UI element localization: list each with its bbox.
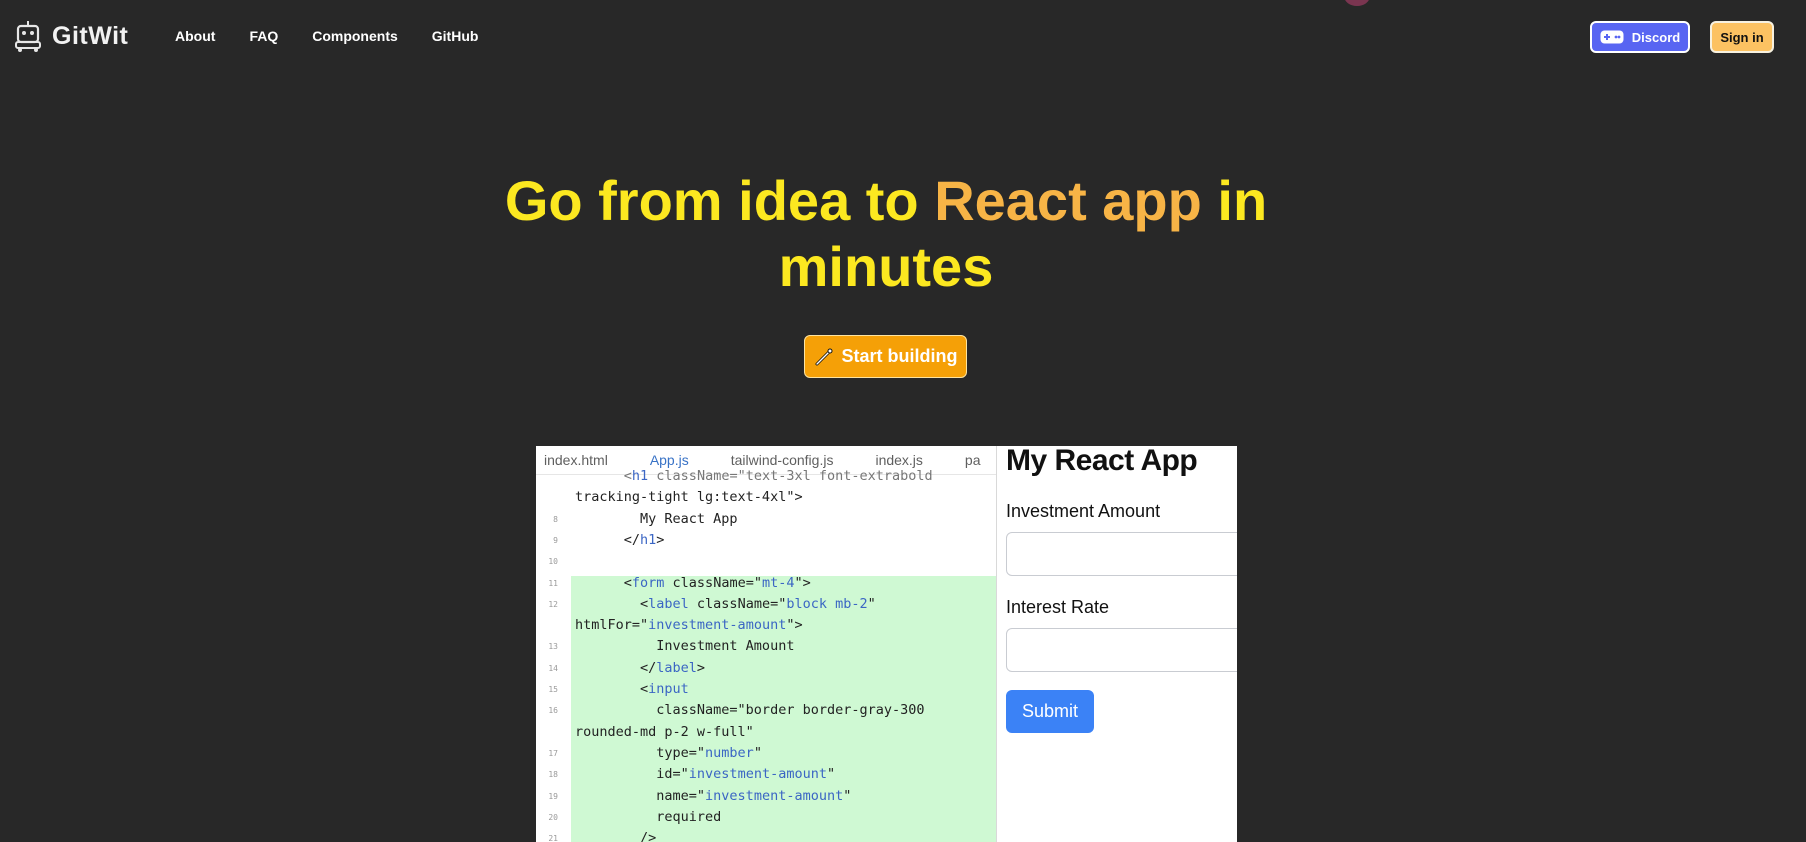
hero-title-accent: React app — [934, 169, 1202, 232]
line-number: 21 — [548, 834, 558, 842]
gamepad-icon — [1600, 30, 1624, 44]
code-text: required — [575, 808, 722, 825]
code-line: 19 name="investment-amount" — [536, 786, 996, 807]
app-preview: My React App Investment Amount Interest … — [996, 446, 1237, 842]
line-number: 19 — [548, 791, 558, 801]
investment-amount-input[interactable] — [1006, 532, 1237, 576]
sign-in-label: Sign in — [1720, 29, 1764, 45]
code-line: 20 required — [536, 807, 996, 828]
code-line: tracking-tight lg:text-4xl"> — [536, 487, 996, 508]
wand-icon — [815, 348, 832, 365]
main-nav: About FAQ Components GitHub — [175, 28, 512, 44]
code-line: 12 <label className="block mb-2" — [536, 594, 996, 615]
nav-github[interactable]: GitHub — [432, 28, 479, 44]
code-line: 16 className="border border-gray-300 — [536, 700, 996, 721]
brand-logo[interactable]: GitWit — [14, 20, 128, 52]
code-text: type="number" — [575, 744, 762, 761]
code-line: 17 type="number" — [536, 743, 996, 764]
investment-amount-label: Investment Amount — [1006, 501, 1161, 521]
code-text: <h1 className="text-3xl font-extrabold — [575, 468, 933, 484]
line-number: 8 — [553, 514, 558, 524]
interest-rate-label: Interest Rate — [1006, 597, 1110, 617]
code-line: 18 id="investment-amount" — [536, 764, 996, 785]
preview-title: My React App — [1006, 446, 1198, 477]
discord-label: Discord — [1631, 29, 1681, 45]
line-number: 18 — [548, 770, 558, 780]
code-text: <form className="mt-4"> — [575, 574, 811, 591]
code-line: <h1 className="text-3xl font-extrabold — [536, 466, 996, 487]
code-line: 10 — [536, 551, 996, 572]
line-number: 9 — [553, 535, 558, 545]
code-text: htmlFor="investment-amount"> — [575, 617, 803, 634]
line-number: 15 — [548, 685, 558, 694]
code-text: My React App — [575, 510, 738, 527]
code-text: </label> — [575, 659, 706, 676]
line-number: 14 — [548, 663, 558, 673]
code-line: 21 /> — [536, 828, 996, 842]
hero-title-part1: Go from idea to — [504, 169, 935, 232]
code-line: 11 <form className="mt-4"> — [536, 573, 996, 594]
line-number: 16 — [548, 706, 558, 716]
line-number: 12 — [548, 599, 558, 609]
nav-components[interactable]: Components — [312, 28, 398, 44]
code-text: tracking-tight lg:text-4xl"> — [575, 489, 803, 506]
line-number: 17 — [548, 748, 558, 758]
code-text: className="border border-gray-300 — [575, 702, 925, 719]
code-text: /> — [575, 830, 657, 842]
sign-in-button[interactable]: Sign in — [1710, 21, 1774, 53]
nav-about[interactable]: About — [175, 28, 215, 44]
line-number: 13 — [548, 642, 558, 652]
code-line: htmlFor="investment-amount"> — [536, 615, 996, 636]
code-line: 8 My React App — [536, 509, 996, 530]
code-text: <input — [575, 681, 689, 697]
discord-button[interactable]: Discord — [1590, 21, 1690, 53]
line-number: 11 — [548, 578, 558, 588]
code-line: 15 <input — [536, 679, 996, 700]
start-building-button[interactable]: Start building — [804, 335, 967, 378]
code-text: <label className="block mb-2" — [575, 595, 876, 612]
submit-label: Submit — [1021, 701, 1079, 721]
code-text: rounded-md p-2 w-full" — [575, 723, 754, 740]
interest-rate-input[interactable] — [1006, 628, 1237, 672]
robot-icon — [15, 21, 41, 52]
code-text: id="investment-amount" — [575, 766, 836, 783]
code-area[interactable]: <h1 className="text-3xl font-extrabold tr… — [536, 468, 996, 842]
code-line: 9 </h1> — [536, 530, 996, 551]
code-editor: index.html App.js tailwind-config.js ind… — [536, 446, 996, 842]
code-text: </h1> — [575, 531, 665, 548]
brand-name: GitWit — [52, 21, 129, 50]
user-avatar[interactable] — [1344, 0, 1370, 6]
submit-button[interactable]: Submit — [1006, 690, 1094, 733]
line-number: 20 — [548, 812, 558, 822]
code-text: Investment Amount — [575, 638, 795, 655]
line-number: 10 — [548, 557, 558, 567]
nav-faq[interactable]: FAQ — [249, 28, 278, 44]
code-line: 14 </label> — [536, 658, 996, 679]
code-line: rounded-md p-2 w-full" — [536, 722, 996, 743]
code-line: 13 Investment Amount — [536, 636, 996, 657]
start-building-label: Start building — [841, 346, 958, 366]
hero-title: Go from idea to React app in minutes — [450, 168, 1322, 300]
code-text: name="investment-amount" — [575, 787, 852, 804]
